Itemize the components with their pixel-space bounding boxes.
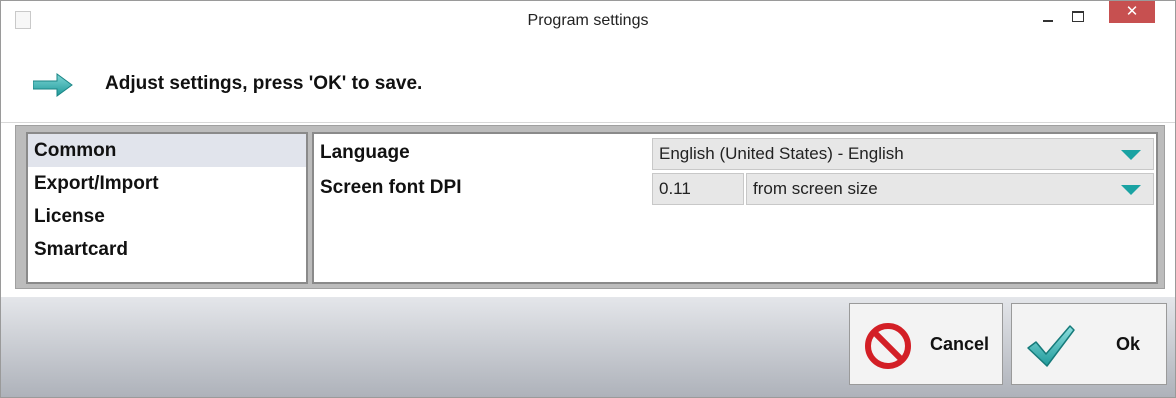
dropdown-triangle-icon	[1121, 150, 1141, 160]
dropdown-triangle-icon	[1121, 185, 1141, 195]
dpi-mode-select[interactable]: from screen size	[746, 173, 1154, 205]
language-select-value: English (United States) - English	[659, 144, 904, 163]
ok-button[interactable]: Ok	[1011, 303, 1167, 385]
checkmark-icon	[1027, 325, 1075, 367]
category-item-export-import[interactable]: Export/Import	[28, 167, 306, 200]
program-settings-window: Program settings ✕ Adjust settings, pres…	[0, 0, 1176, 398]
cancel-button[interactable]: Cancel	[849, 303, 1003, 385]
cancel-label: Cancel	[930, 334, 990, 354]
category-item-common[interactable]: Common	[28, 134, 306, 167]
category-item-license[interactable]: License	[28, 200, 306, 233]
settings-area: Common Export/Import License Smartcard L…	[15, 125, 1165, 289]
maximize-button[interactable]	[1064, 7, 1090, 29]
close-button[interactable]: ✕	[1109, 1, 1155, 23]
language-label: Language	[320, 142, 410, 163]
minimize-button[interactable]	[1035, 7, 1061, 29]
category-list: Common Export/Import License Smartcard	[26, 132, 308, 284]
title-bar[interactable]: Program settings ✕	[1, 1, 1175, 41]
dpi-label: Screen font DPI	[320, 177, 462, 198]
button-bar: Cancel Ok	[1, 297, 1175, 397]
category-item-smartcard[interactable]: Smartcard	[28, 233, 306, 266]
arrow-right-icon	[33, 73, 73, 97]
dpi-mode-select-value: from screen size	[753, 179, 878, 198]
settings-panel: Language English (United States) - Engli…	[312, 132, 1158, 284]
window-title: Program settings	[527, 12, 649, 29]
ok-label: Ok	[1116, 334, 1141, 354]
cancel-icon	[865, 323, 911, 369]
language-select[interactable]: English (United States) - English	[652, 138, 1154, 170]
instruction-text: Adjust settings, press 'OK' to save.	[105, 73, 423, 94]
dpi-value-field[interactable]: 0.11	[652, 173, 744, 205]
instruction-header: Adjust settings, press 'OK' to save.	[1, 41, 1175, 123]
